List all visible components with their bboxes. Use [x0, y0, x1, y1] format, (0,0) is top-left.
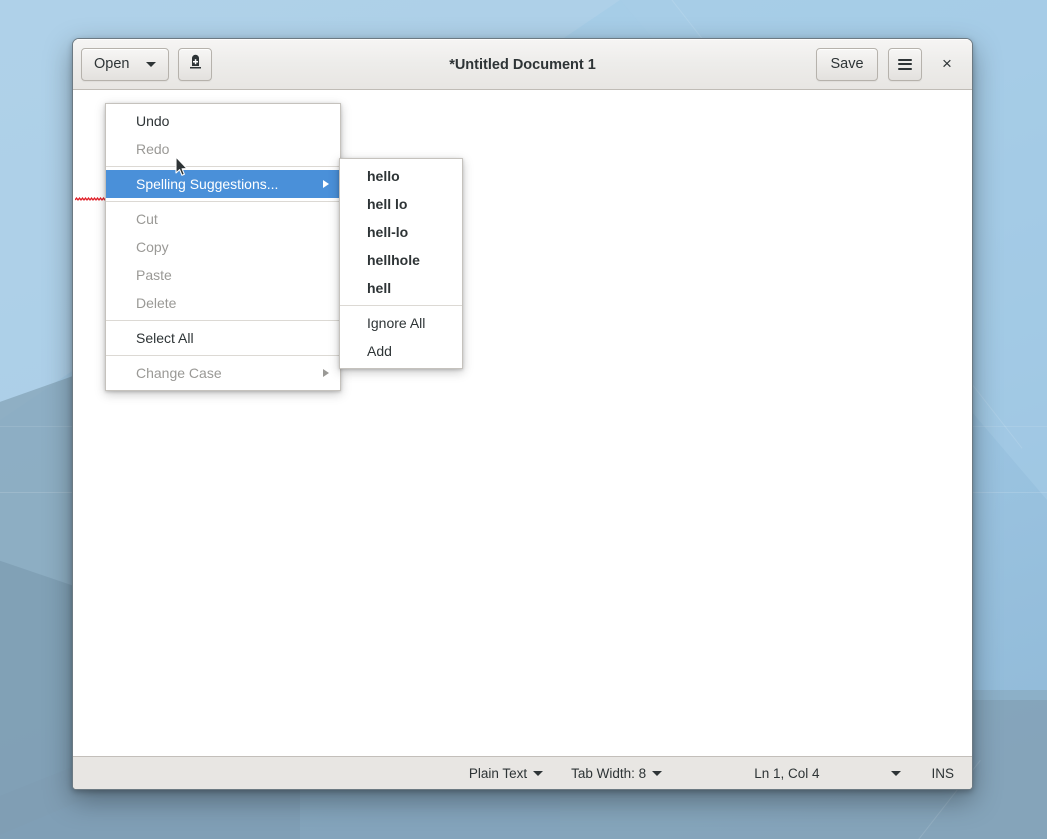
menu-separator [340, 305, 462, 306]
header-right-controls: Save × [816, 47, 964, 81]
suggestion-hell-lo[interactable]: hell lo [340, 190, 462, 218]
new-document-icon [187, 54, 204, 75]
menu-item-label: Undo [136, 113, 170, 129]
cursor-position-label: Ln 1, Col 4 [754, 765, 820, 781]
menu-item-change-case: Change Case [106, 359, 340, 387]
menu-item-label: hell lo [367, 196, 408, 212]
menu-item-label: hello [367, 168, 400, 184]
suggestion-hello[interactable]: hello [340, 162, 462, 190]
open-button[interactable]: Open [81, 47, 169, 81]
menu-item-label: Redo [136, 141, 170, 157]
menu-item-label: Copy [136, 239, 169, 255]
hamburger-menu-icon [898, 58, 912, 70]
menu-separator [106, 201, 340, 202]
insert-mode-label: INS [931, 765, 954, 781]
menu-item-undo[interactable]: Undo [106, 107, 340, 135]
menu-item-delete: Delete [106, 289, 340, 317]
save-button-label: Save [830, 56, 864, 72]
suggestion-hell[interactable]: hell [340, 274, 462, 302]
menu-item-label: Change Case [136, 365, 222, 381]
chevron-right-icon [323, 180, 329, 188]
menu-item-label: Ignore All [367, 315, 426, 331]
save-button[interactable]: Save [816, 47, 878, 81]
tab-width-label: Tab Width: 8 [571, 765, 647, 781]
spelling-suggestions-submenu[interactable]: hello hell lo hell-lo hellhole hell Ignore Al… [339, 158, 463, 369]
menu-item-label: hell [367, 280, 392, 296]
language-label: Plain Text [468, 765, 528, 781]
menu-item-label: Add [367, 343, 392, 359]
chevron-down-icon [146, 61, 156, 67]
suggestion-add[interactable]: Add [340, 337, 462, 365]
insert-mode-indicator[interactable]: INS [931, 766, 954, 781]
hamburger-menu-button[interactable] [888, 47, 922, 81]
chevron-down-icon[interactable] [891, 770, 902, 776]
menu-item-label: Select All [136, 330, 194, 346]
close-icon: × [942, 54, 952, 73]
language-selector[interactable]: Plain Text [468, 765, 544, 781]
window-header-bar: Open *Untitled Document 1 Save × [73, 39, 972, 90]
menu-item-label: hellhole [367, 252, 420, 268]
menu-separator [106, 355, 340, 356]
menu-item-paste: Paste [106, 261, 340, 289]
header-left-controls: Open [81, 47, 212, 81]
menu-item-redo: Redo [106, 135, 340, 163]
cursor-position: Ln 1, Col 4 [754, 766, 819, 781]
menu-separator [106, 320, 340, 321]
menu-item-label: Delete [136, 295, 177, 311]
menu-item-label: Cut [136, 211, 158, 227]
tab-width-selector[interactable]: Tab Width: 8 [571, 765, 663, 781]
open-button-label: Open [94, 56, 130, 72]
menu-item-label: Paste [136, 267, 172, 283]
menu-item-label: hell-lo [367, 224, 409, 240]
chevron-down-icon [533, 770, 544, 776]
context-menu[interactable]: Undo Redo Spelling Suggestions... Cut Copy Pa… [105, 103, 341, 391]
menu-item-label: Spelling Suggestions... [136, 176, 279, 192]
chevron-right-icon [323, 369, 329, 377]
menu-separator [106, 166, 340, 167]
close-button[interactable]: × [936, 53, 958, 75]
menu-item-cut: Cut [106, 205, 340, 233]
menu-item-select-all[interactable]: Select All [106, 324, 340, 352]
status-bar: Plain Text Tab Width: 8 Ln 1, Col 4 INS [73, 756, 972, 789]
suggestion-ignore-all[interactable]: Ignore All [340, 309, 462, 337]
suggestion-hellhole[interactable]: hellhole [340, 246, 462, 274]
chevron-down-icon [652, 770, 663, 776]
menu-item-spelling-suggestions[interactable]: Spelling Suggestions... [106, 170, 340, 198]
suggestion-hell-lo[interactable]: hell-lo [340, 218, 462, 246]
new-document-button[interactable] [178, 47, 212, 81]
menu-item-copy: Copy [106, 233, 340, 261]
